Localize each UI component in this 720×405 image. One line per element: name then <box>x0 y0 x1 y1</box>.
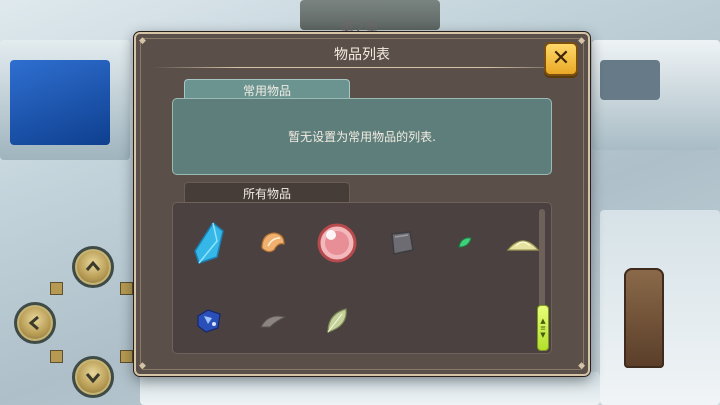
pink-orb-icon <box>317 223 357 263</box>
modal-title: 物品列表 <box>334 47 390 63</box>
title-divider <box>152 67 572 68</box>
dpad-left-button[interactable] <box>14 302 56 344</box>
chevron-down-icon <box>85 373 101 384</box>
blue-ore-icon <box>197 309 221 333</box>
item-slot[interactable] <box>379 221 423 265</box>
chevron-left-icon <box>28 315 39 331</box>
yellow-powder-icon <box>506 240 540 251</box>
chevron-up-icon <box>85 260 101 271</box>
dpad-up-button[interactable] <box>72 246 114 288</box>
all-items-panel: ▲ ≡ ▼ <box>172 202 552 354</box>
scroll-thumb[interactable]: ▲ ≡ ▼ <box>537 305 549 351</box>
orange-shell-icon <box>261 232 285 253</box>
gray-stone-icon <box>391 231 414 255</box>
item-slot[interactable] <box>251 299 295 343</box>
npc-character[interactable] <box>624 268 664 368</box>
dpad-corner-marker <box>50 282 63 295</box>
movement-dpad[interactable] <box>14 246 144 398</box>
ice-floor-bottom <box>140 372 600 405</box>
green-leaf-icon <box>458 237 472 248</box>
scrollbar[interactable]: ▲ ≡ ▼ <box>537 209 549 351</box>
item-slot[interactable] <box>315 299 359 343</box>
blue-crystal-icon <box>194 221 224 264</box>
frame-ornament: ◆ <box>139 361 146 371</box>
water-pool <box>10 60 110 145</box>
dpad-corner-marker <box>50 350 63 363</box>
pale-green-leaf-icon <box>327 308 347 333</box>
frame-ornament: ◆ <box>578 361 585 371</box>
item-slot[interactable] <box>251 221 295 265</box>
close-button[interactable]: ✕ <box>544 42 578 76</box>
dpad-corner-marker <box>120 282 133 295</box>
frequent-items-panel: 暂无设置为常用物品的列表. <box>172 98 552 175</box>
tab-frequent-items[interactable]: 常用物品 <box>184 79 350 100</box>
stone-block-right <box>600 60 660 100</box>
dpad-corner-marker <box>120 350 133 363</box>
gray-feather-icon <box>260 315 287 328</box>
tab-all-items[interactable]: 所有物品 <box>184 182 350 203</box>
item-slot[interactable] <box>315 221 359 265</box>
dpad-down-button[interactable] <box>72 356 114 398</box>
close-icon: ✕ <box>551 46 571 71</box>
item-list-modal: ◆ ◆ ◆ ◆ 物品列表 ✕ 常用物品 暂无设置为常用物品的列表. 所有物品 ▲… <box>134 32 590 376</box>
item-slot[interactable] <box>187 221 231 265</box>
item-slot[interactable] <box>187 299 231 343</box>
chevron-down-icon: ▼ <box>540 330 546 339</box>
empty-message: 暂无设置为常用物品的列表. <box>288 130 436 144</box>
item-slot[interactable] <box>443 221 487 265</box>
